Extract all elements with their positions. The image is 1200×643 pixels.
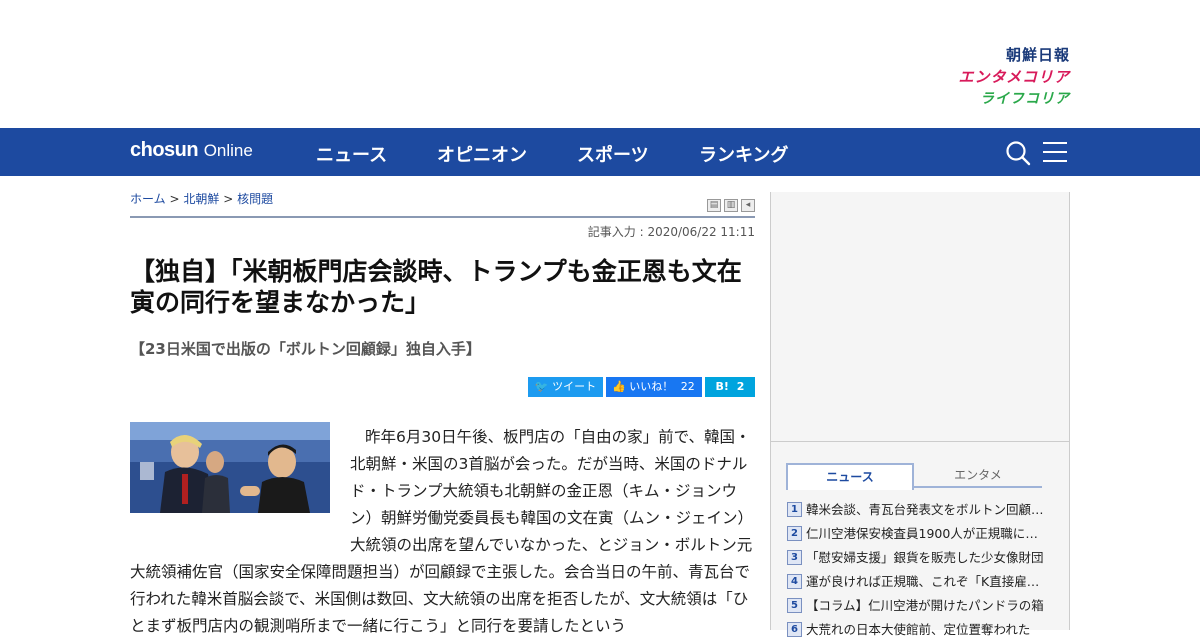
site-logo[interactable]: chosun Online	[130, 139, 253, 162]
print-icon[interactable]: ▤	[707, 199, 721, 212]
logo-bold: chosun	[130, 139, 199, 161]
nav-item-news[interactable]: ニュース	[316, 141, 387, 167]
facebook-like-button[interactable]: 👍 いいね！ 22	[606, 377, 702, 397]
rank-title[interactable]: 【コラム】仁川空港が開けたパンドラの箱	[806, 596, 1046, 616]
main-nav: chosun Online ニュース オピニオン スポーツ ランキング	[0, 128, 1200, 176]
list-item[interactable]: 4 運が良ければ正規職、これぞ「K直接雇用」	[787, 571, 1052, 595]
breadcrumb: ホーム > 北朝鮮 > 核問題	[130, 190, 273, 207]
list-item[interactable]: 2 仁川空港保安検査員1900人が正規職に転換	[787, 523, 1052, 547]
article-tools: ▤ ▥ ◂	[704, 192, 755, 212]
brand-links: 朝鮮日報 エンタメコリア ライフコリア	[958, 44, 1070, 110]
nav-item-opinion[interactable]: オピニオン	[437, 141, 527, 167]
hamburger-menu-icon[interactable]	[1043, 142, 1067, 162]
list-item[interactable]: 6 大荒れの日本大使館前、定位置奪われた	[787, 619, 1052, 643]
tab-news[interactable]: ニュース	[786, 463, 914, 490]
breadcrumb-nuclear[interactable]: 核問題	[237, 192, 273, 206]
back-icon[interactable]: ◂	[741, 199, 755, 212]
logo-light: Online	[203, 141, 253, 160]
breadcrumb-north-korea[interactable]: 北朝鮮	[183, 192, 219, 206]
article-main: ホーム > 北朝鮮 > 核問題 ▤ ▥ ◂ 記事入力 : 2020/06/22 11…	[130, 176, 755, 635]
breadcrumb-sep: >	[223, 192, 234, 206]
rank-number: 1	[787, 502, 802, 517]
share-buttons: 🐦 ツイート 👍 いいね！ 22 B! 2	[525, 377, 755, 397]
rank-number: 2	[787, 526, 802, 541]
ad-slot	[771, 192, 1069, 442]
rank-number: 5	[787, 598, 802, 613]
list-item[interactable]: 1 韓米会談、青瓦台発表文をボルトン回顧録と比較してみると	[787, 499, 1052, 523]
sidebar: ニュース エンタメ 1 韓米会談、青瓦台発表文をボルトン回顧録と比較してみると 2…	[770, 192, 1070, 637]
search-icon[interactable]	[1005, 140, 1031, 166]
entame-korea-link[interactable]: エンタメコリア	[958, 66, 1070, 88]
publish-date: 記事入力 : 2020/06/22 11:11	[587, 225, 755, 239]
nav-item-sports[interactable]: スポーツ	[577, 141, 649, 167]
list-item[interactable]: 5 【コラム】仁川空港が開けたパンドラの箱	[787, 595, 1052, 619]
rank-title[interactable]: 韓米会談、青瓦台発表文をボルトン回顧録と比較してみると	[806, 500, 1046, 520]
text-size-icon[interactable]: ▥	[724, 199, 738, 212]
rank-title[interactable]: 運が良ければ正規職、これぞ「K直接雇用」	[806, 572, 1046, 592]
article-body: 昨年6月30日午後、板門店の「自由の家」前で、韓国・北朝鮮・米国の3首脳が会った…	[130, 424, 755, 640]
breadcrumb-sep: >	[169, 192, 180, 206]
ranking-tabs: ニュース エンタメ	[786, 463, 1042, 490]
life-korea-link[interactable]: ライフコリア	[958, 88, 1070, 110]
rank-title[interactable]: 仁川空港保安検査員1900人が正規職に転換	[806, 524, 1046, 544]
chosun-ilbo-link[interactable]: 朝鮮日報	[958, 44, 1070, 66]
tweet-button[interactable]: 🐦 ツイート	[528, 377, 603, 397]
rank-number: 3	[787, 550, 802, 565]
top-header: 朝鮮日報 エンタメコリア ライフコリア	[0, 0, 1200, 128]
article-headline: 【独自】「米朝板門店会談時、トランプも金正恩も文在寅の同行を望まなかった」	[130, 257, 742, 317]
article-subhead: 【23日米国で出版の「ボルトン回顧録」独自入手】	[130, 340, 481, 358]
hatena-bookmark-button[interactable]: B! 2	[705, 377, 755, 397]
nav-item-ranking[interactable]: ランキング	[699, 141, 788, 167]
rank-title[interactable]: 「慰安婦支援」銀貨を販売した少女像財団	[806, 548, 1046, 568]
rank-number: 4	[787, 574, 802, 589]
tab-entame[interactable]: エンタメ	[914, 463, 1042, 488]
header-divider	[130, 216, 755, 218]
ranking-list: 1 韓米会談、青瓦台発表文をボルトン回顧録と比較してみると 2 仁川空港保安検査員1…	[787, 499, 1052, 643]
breadcrumb-home[interactable]: ホーム	[130, 192, 166, 206]
list-item[interactable]: 3 「慰安婦支援」銀貨を販売した少女像財団	[787, 547, 1052, 571]
